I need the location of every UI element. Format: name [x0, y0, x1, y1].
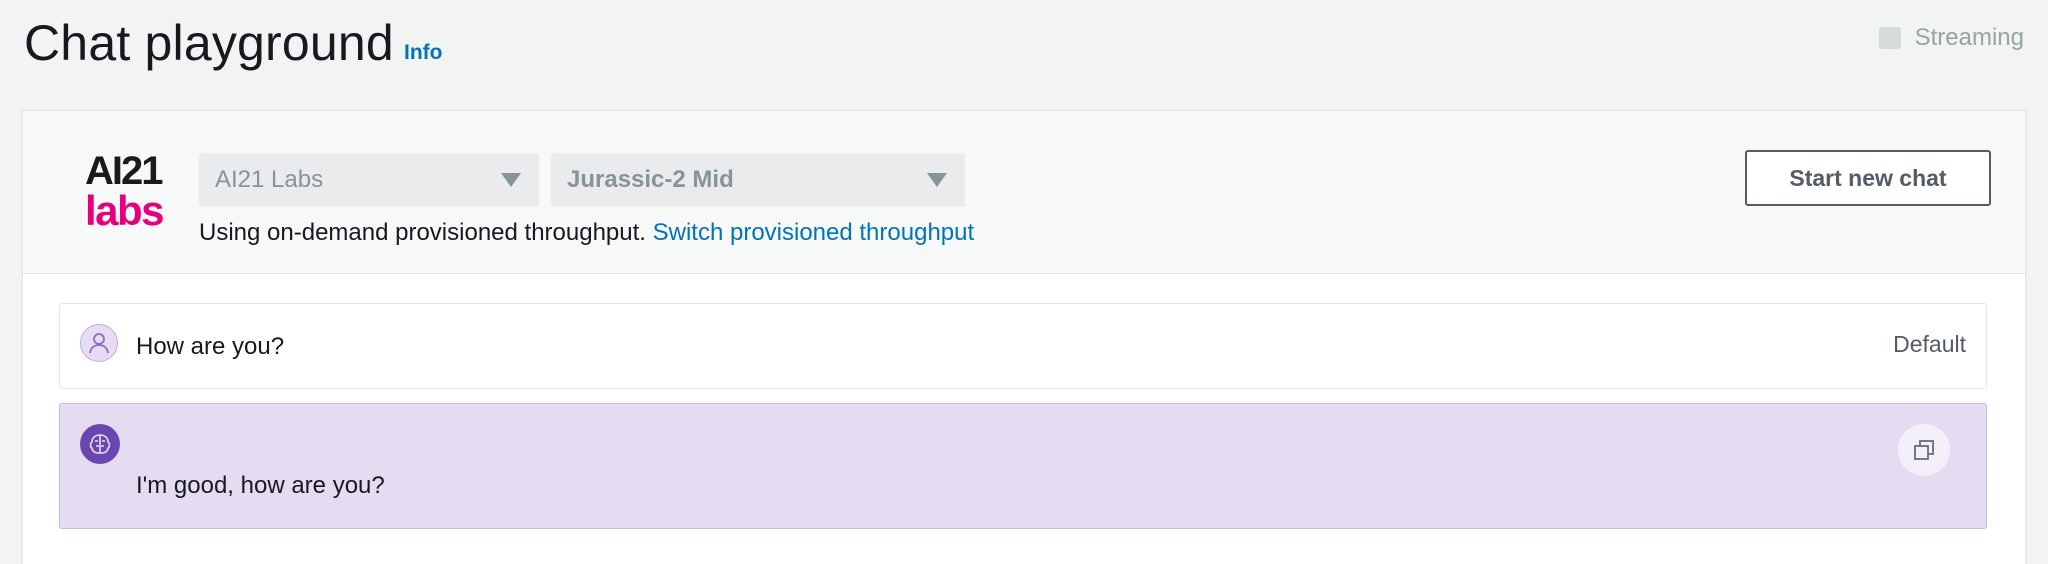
user-message: How are you? Default: [59, 303, 1987, 389]
user-icon: [80, 324, 118, 362]
copy-icon: [1914, 440, 1934, 460]
ai21-labs-logo: AI21 labs: [85, 149, 181, 235]
brain-icon: [80, 424, 120, 464]
start-new-chat-button[interactable]: Start new chat: [1745, 150, 1991, 206]
throughput-info: Using on-demand provisioned throughput. …: [199, 219, 974, 247]
user-message-text: How are you?: [136, 333, 285, 360]
model-select-value: Jurassic-2 Mid: [567, 166, 734, 193]
assistant-message: I'm good, how are you?: [59, 403, 1987, 529]
chat-card: AI21 labs AI21 Labs Jurassic-2 Mid Using…: [22, 110, 2026, 564]
streaming-checkbox[interactable]: [1878, 27, 1901, 49]
logo-text-bottom: labs: [85, 187, 165, 234]
provider-select-value: AI21 Labs: [215, 166, 324, 193]
caret-down-icon: [927, 173, 947, 187]
message-tag: Default: [1893, 331, 1966, 357]
copy-button[interactable]: [1898, 424, 1950, 476]
model-select[interactable]: Jurassic-2 Mid: [551, 153, 965, 207]
streaming-toggle[interactable]: Streaming: [1878, 24, 2024, 52]
caret-down-icon: [501, 173, 521, 187]
page-title: Chat playground: [24, 15, 394, 71]
chat-playground-page: Chat playground Info Streaming AI21 labs…: [0, 0, 2048, 564]
assistant-message-text: I'm good, how are you?: [136, 472, 385, 499]
throughput-text: Using on-demand provisioned throughput.: [199, 219, 646, 246]
info-link[interactable]: Info: [404, 41, 442, 65]
streaming-label: Streaming: [1914, 24, 2024, 51]
model-selection-header: AI21 labs AI21 Labs Jurassic-2 Mid Using…: [23, 111, 2025, 274]
switch-throughput-link[interactable]: Switch provisioned throughput: [653, 219, 975, 246]
provider-select[interactable]: AI21 Labs: [199, 153, 539, 207]
